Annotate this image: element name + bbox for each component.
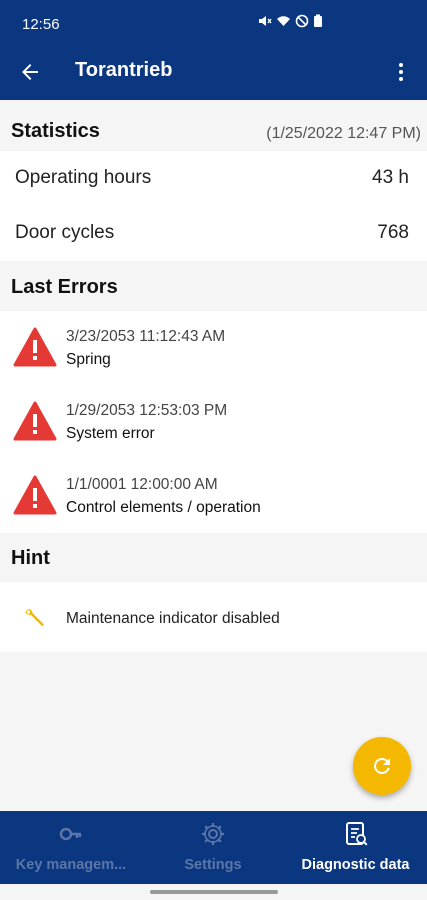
key-icon	[59, 827, 82, 841]
gesture-handle[interactable]	[150, 890, 278, 894]
status-bar: 12:56	[0, 0, 427, 44]
hint-title: Hint	[11, 547, 50, 569]
statistics-card: Operating hours 43 h Door cycles 768	[0, 151, 427, 261]
diagnostic-icon	[345, 822, 368, 846]
statistics-title: Statistics	[11, 120, 100, 142]
stat-value: 768	[377, 222, 409, 243]
hint-header: Hint	[0, 534, 427, 582]
error-date: 3/23/2053 11:12:43 AM	[66, 328, 226, 345]
stat-value: 43 h	[372, 167, 409, 188]
hint-card: Maintenance indicator disabled	[0, 582, 427, 652]
error-description: Control elements / operation	[66, 499, 261, 516]
last-errors-title: Last Errors	[11, 276, 118, 298]
warning-icon	[13, 327, 57, 367]
error-description: Spring	[66, 351, 111, 368]
statistics-timestamp: (1/25/2022 12:47 PM)	[266, 125, 421, 142]
mute-icon	[259, 16, 272, 26]
page-title: Torantrieb	[75, 59, 173, 81]
statistics-header: Statistics (1/25/2022 12:47 PM)	[0, 107, 427, 155]
wifi-icon	[277, 16, 290, 26]
status-time: 12:56	[22, 16, 60, 33]
warning-icon	[13, 401, 57, 441]
last-errors-header: Last Errors	[0, 263, 427, 311]
nav-label: Settings	[184, 857, 242, 873]
gesture-area	[0, 884, 427, 900]
error-list-item: 1/29/2053 12:53:03 PM System error	[0, 385, 427, 459]
error-description: System error	[66, 425, 155, 442]
nav-label: Key managem...	[15, 857, 127, 873]
bottom-nav: Key managem... Settings Diagnostic data	[0, 811, 427, 884]
stat-row-operating-hours: Operating hours 43 h	[0, 151, 427, 207]
app-bar: Torantrieb	[0, 44, 427, 100]
stat-label: Operating hours	[15, 167, 152, 188]
stat-label: Door cycles	[15, 222, 115, 243]
do-not-disturb-icon	[295, 14, 309, 28]
error-date: 1/29/2053 12:53:03 PM	[66, 402, 228, 419]
last-errors-card: 3/23/2053 11:12:43 AM Spring 1/29/2053 1…	[0, 311, 427, 533]
nav-item-key-management[interactable]: Key managem...	[0, 811, 142, 884]
nav-item-diagnostic-data[interactable]: Diagnostic data	[284, 811, 427, 884]
gear-icon	[202, 823, 224, 845]
refresh-button[interactable]	[353, 737, 411, 795]
back-arrow-icon[interactable]	[18, 60, 42, 84]
wrench-icon	[25, 609, 44, 627]
error-list-item: 1/1/0001 12:00:00 AM Control elements / …	[0, 459, 427, 533]
status-icons	[258, 14, 323, 28]
error-date: 1/1/0001 12:00:00 AM	[66, 476, 218, 493]
battery-icon	[314, 14, 322, 27]
more-vert-icon[interactable]	[389, 60, 413, 84]
warning-icon	[13, 475, 57, 515]
refresh-icon	[373, 758, 390, 774]
stat-row-door-cycles: Door cycles 768	[0, 206, 427, 262]
hint-text: Maintenance indicator disabled	[66, 610, 280, 627]
nav-item-settings[interactable]: Settings	[142, 811, 284, 884]
error-list-item: 3/23/2053 11:12:43 AM Spring	[0, 311, 427, 385]
nav-label: Diagnostic data	[301, 857, 410, 873]
